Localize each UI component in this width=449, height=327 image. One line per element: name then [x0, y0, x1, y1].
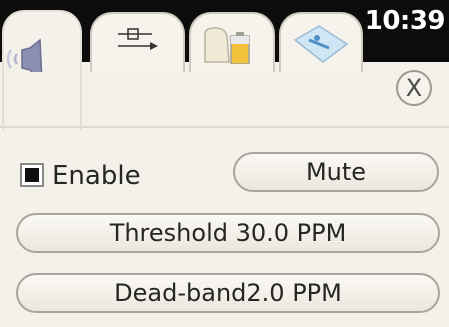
mute-button[interactable]: Mute: [233, 152, 439, 192]
tab-bar: 10:39: [0, 0, 449, 130]
tab-mouse-battery[interactable]: [189, 12, 275, 72]
tab-audio[interactable]: [2, 10, 82, 130]
clock-time: 10:39: [364, 6, 446, 36]
tab-device[interactable]: [279, 12, 363, 72]
sliders-icon: [118, 28, 158, 50]
deadband-button[interactable]: Dead-band2.0 PPM: [16, 273, 440, 313]
enable-checkbox[interactable]: [20, 163, 44, 187]
checkbox-mark: [25, 168, 39, 182]
threshold-button[interactable]: Threshold 30.0 PPM: [16, 213, 440, 253]
device-icon: [293, 25, 349, 63]
enable-label: Enable: [52, 161, 141, 191]
tab-settings[interactable]: [90, 12, 185, 72]
mouse-battery-icon: [204, 27, 250, 64]
divider: [0, 126, 449, 128]
close-button[interactable]: X: [396, 70, 432, 106]
speaker-icon: [6, 38, 43, 72]
